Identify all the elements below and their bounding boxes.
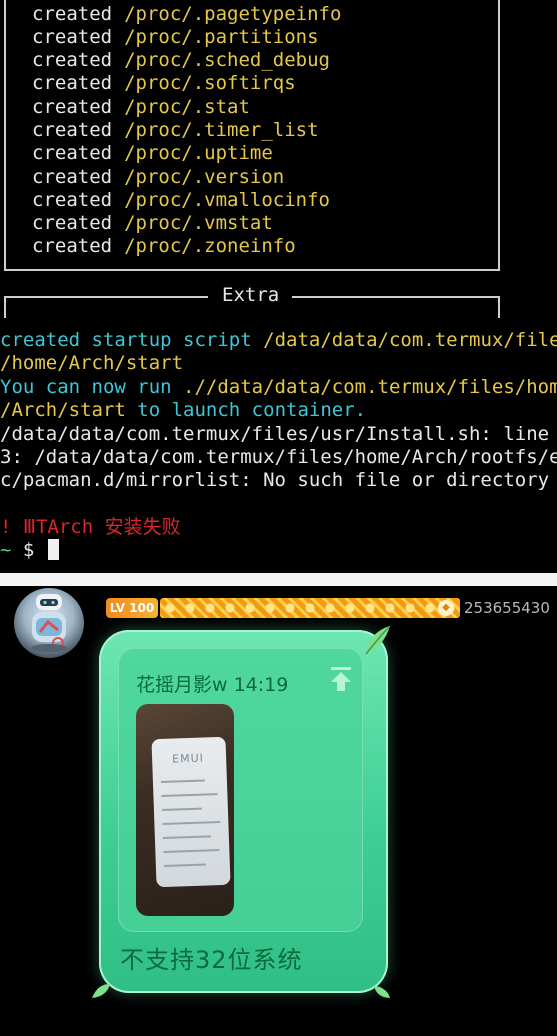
terminal-line: You can now run .//data/data/com.termux/… bbox=[0, 376, 557, 398]
phone-text-line bbox=[161, 793, 218, 798]
screenshot-divider bbox=[0, 573, 557, 586]
leaf-decoration-icon bbox=[365, 625, 391, 655]
created-line: created/proc/.vmstat bbox=[32, 212, 273, 234]
reply-author: 花摇月影w 14:19 bbox=[136, 674, 289, 696]
avatar-robot-icon bbox=[31, 594, 67, 652]
phone-text-line bbox=[161, 807, 202, 812]
avatar[interactable] bbox=[14, 588, 84, 658]
phone-text-line bbox=[162, 835, 211, 839]
message-text: 不支持32位系统 bbox=[120, 946, 303, 974]
level-bar: ◆ bbox=[160, 598, 460, 618]
error-line: ! ⅢTArch 安装失败 bbox=[0, 516, 181, 538]
created-line: created/proc/.uptime bbox=[32, 142, 273, 164]
created-line: created/proc/.timer_list bbox=[32, 119, 319, 141]
command-prompt[interactable]: ~ $ bbox=[0, 539, 59, 562]
text-cursor bbox=[47, 539, 59, 560]
phone-text-line bbox=[163, 863, 206, 867]
terminal-line: /data/data/com.termux/files/usr/Install.… bbox=[0, 423, 557, 445]
terminal-line: created startup script /data/data/com.te… bbox=[0, 329, 557, 351]
section-tick-right bbox=[498, 296, 500, 318]
terminal-window[interactable]: created/proc/.pagetypeinfo created/proc/… bbox=[0, 0, 557, 573]
created-line: created/proc/.sched_debug bbox=[32, 49, 330, 71]
prompt-symbol: $ bbox=[22, 539, 35, 561]
phone-text-line bbox=[163, 849, 220, 853]
arrow-to-top-icon[interactable] bbox=[329, 666, 353, 692]
terminal-line: 3: /data/data/com.termux/files/home/Arch… bbox=[0, 446, 557, 468]
user-level-row: LV 100 ◆ 253655430 bbox=[106, 597, 550, 619]
section-title: Extra bbox=[222, 284, 280, 306]
section-tick-left bbox=[4, 296, 6, 318]
created-line: created/proc/.version bbox=[32, 166, 285, 188]
created-line: created/proc/.stat bbox=[32, 96, 250, 118]
quoted-photo[interactable]: EMUI bbox=[136, 704, 234, 916]
box-border-bottom bbox=[4, 269, 500, 271]
leaf-decoration-icon bbox=[374, 986, 390, 998]
box-border-left bbox=[4, 0, 6, 270]
leaf-decoration-icon bbox=[92, 984, 110, 998]
created-line: created/proc/.softirqs bbox=[32, 72, 296, 94]
created-line: created/proc/.pagetypeinfo bbox=[32, 3, 342, 25]
created-line: created/proc/.zoneinfo bbox=[32, 235, 296, 257]
level-badge: LV 100 bbox=[106, 598, 158, 618]
phone-screen-logo: EMUI bbox=[171, 751, 205, 766]
chat-panel: LV 100 ◆ 253655430 花摇月影w 14:19 EMUI 不支持3… bbox=[0, 586, 557, 1036]
level-gem-icon: ◆ bbox=[438, 600, 454, 616]
phone-text-line bbox=[160, 779, 205, 784]
user-id[interactable]: 253655430 bbox=[464, 597, 550, 619]
message-bubble[interactable]: 花摇月影w 14:19 EMUI 不支持32位系统 bbox=[99, 630, 388, 993]
terminal-line: c/pacman.d/mirrorlist: No such file or d… bbox=[0, 469, 550, 491]
phone-text-line bbox=[162, 820, 221, 826]
phone-in-photo: EMUI bbox=[151, 736, 231, 888]
section-rule-right bbox=[292, 296, 500, 298]
prompt-tilde: ~ bbox=[0, 539, 12, 561]
created-line: created/proc/.vmallocinfo bbox=[32, 189, 330, 211]
terminal-line: /home/Arch/start bbox=[0, 352, 184, 374]
section-rule-left bbox=[4, 296, 208, 298]
created-line: created/proc/.partitions bbox=[32, 26, 319, 48]
quoted-reply-card[interactable]: 花摇月影w 14:19 EMUI bbox=[118, 648, 363, 932]
terminal-line: /Arch/start to launch container. bbox=[0, 399, 367, 421]
box-border-right bbox=[498, 0, 500, 270]
